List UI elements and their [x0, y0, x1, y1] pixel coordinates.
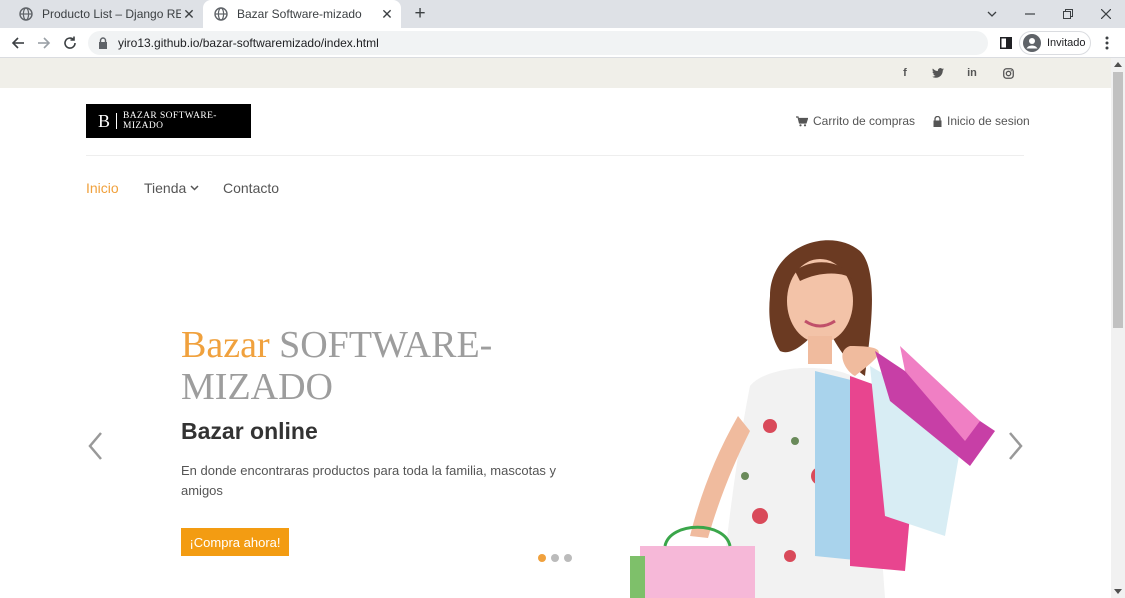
close-tab-icon[interactable]: ✕	[379, 6, 395, 22]
tab-search-button[interactable]	[973, 0, 1011, 28]
carousel-prev-arrow[interactable]	[86, 430, 106, 462]
chevron-down-icon	[190, 183, 199, 194]
lock-icon	[933, 115, 942, 127]
address-bar[interactable]: yiro13.github.io/bazar-softwaremizado/in…	[88, 31, 988, 55]
scrollbar-thumb[interactable]	[1113, 72, 1123, 328]
tab-producto-list[interactable]: Producto List – Django REST fram ✕	[8, 0, 203, 28]
nav-tienda[interactable]: Tienda	[144, 180, 199, 196]
globe-icon	[18, 6, 34, 22]
profile-button[interactable]: Invitado	[1019, 31, 1091, 55]
logo-divider	[116, 113, 117, 129]
tab-bazar-software[interactable]: Bazar Software-mizado ✕	[203, 0, 401, 28]
nav-inicio[interactable]: Inicio	[86, 180, 119, 196]
carousel-dot[interactable]	[564, 554, 572, 562]
cart-link[interactable]: Carrito de compras	[796, 114, 915, 128]
cart-label: Carrito de compras	[813, 114, 916, 128]
login-link[interactable]: Inicio de sesion	[933, 114, 1030, 128]
new-tab-button[interactable]: +	[410, 3, 430, 24]
profile-label: Invitado	[1047, 37, 1086, 49]
close-tab-icon[interactable]: ✕	[181, 6, 197, 22]
logo-text: BAZAR SOFTWARE-MIZADO	[122, 111, 217, 131]
hero-title: Bazar SOFTWARE-MIZADO	[181, 324, 581, 408]
linkedin-icon[interactable]: in	[965, 66, 979, 80]
page-viewport: f in B BAZAR SOFTWARE-MIZADO Carrito de …	[0, 58, 1111, 598]
reload-button[interactable]	[60, 33, 80, 53]
forward-button[interactable]	[34, 33, 54, 53]
hero-woman-shopping-image	[630, 240, 995, 598]
scroll-down-arrow[interactable]	[1114, 589, 1122, 594]
url-text: yiro13.github.io/bazar-softwaremizado/in…	[118, 36, 379, 50]
shop-now-button[interactable]: ¡Compra ahora!	[181, 528, 289, 556]
hero-title-accent: Bazar	[181, 324, 270, 366]
avatar-icon	[1023, 34, 1041, 52]
tab-title: Bazar Software-mizado	[237, 7, 362, 21]
hero-subtitle: Bazar online	[181, 418, 318, 444]
carousel-next-arrow[interactable]	[1005, 430, 1025, 462]
login-label: Inicio de sesion	[947, 114, 1030, 128]
lock-icon	[98, 36, 110, 50]
hero-description: En donde encontraras productos para toda…	[181, 463, 557, 498]
carousel-dot[interactable]	[551, 554, 559, 562]
close-window-button[interactable]	[1087, 0, 1125, 28]
page-scrollbar[interactable]	[1111, 58, 1125, 598]
header-divider	[86, 155, 1024, 156]
minimize-button[interactable]	[1011, 0, 1049, 28]
cart-icon	[796, 115, 808, 127]
facebook-icon[interactable]: f	[898, 66, 912, 80]
social-topbar: f in	[0, 58, 1111, 88]
menu-icon[interactable]	[1097, 33, 1117, 53]
tab-title: Producto List – Django REST fram	[42, 7, 181, 21]
twitter-icon[interactable]	[931, 66, 945, 80]
nav-contacto[interactable]: Contacto	[223, 180, 279, 196]
side-panel-icon[interactable]	[996, 33, 1016, 53]
nav-tienda-label: Tienda	[144, 180, 187, 196]
scroll-up-arrow[interactable]	[1114, 62, 1122, 67]
carousel-dot[interactable]	[538, 554, 546, 562]
browser-toolbar: yiro13.github.io/bazar-softwaremizado/in…	[0, 28, 1125, 58]
browser-tab-strip: Producto List – Django REST fram ✕ Bazar…	[0, 0, 1125, 28]
instagram-icon[interactable]	[1001, 66, 1015, 80]
carousel-indicators	[538, 554, 577, 562]
back-button[interactable]	[8, 33, 28, 53]
restore-button[interactable]	[1049, 0, 1087, 28]
globe-icon	[213, 6, 229, 22]
logo-mark: B	[98, 110, 111, 131]
site-logo[interactable]: B BAZAR SOFTWARE-MIZADO	[86, 104, 251, 138]
